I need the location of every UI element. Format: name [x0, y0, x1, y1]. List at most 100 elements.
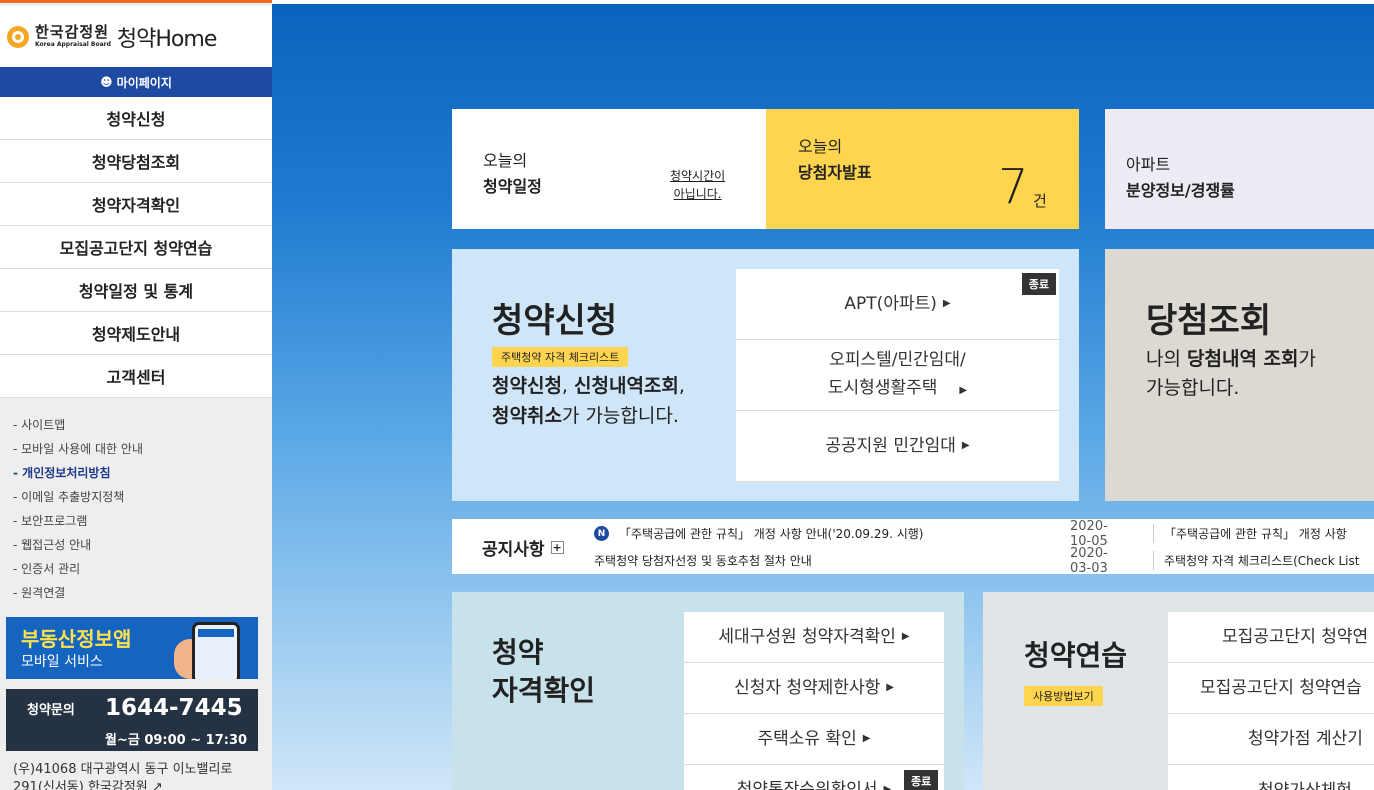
notice-row[interactable]: 주택청약 당첨자선정 및 동호추첨 절차 안내 2020-03-03 주택청약 …	[594, 546, 1359, 576]
today-schedule-small: 오늘의	[483, 151, 528, 170]
phone-icon	[192, 622, 240, 679]
practice-card: 청약연습 사용방법보기 모집공고단지 청약연 모집공고단지 청약연습 청약가점 …	[983, 592, 1374, 790]
apply-option-apt[interactable]: APT(아파트) ▶	[736, 269, 1059, 340]
notice-divider	[1153, 551, 1154, 570]
link-email-policy[interactable]: - 이메일 추출방지정책	[13, 485, 143, 509]
apply-option-apt-label: APT(아파트)	[844, 294, 937, 314]
call-label: 청약문의	[27, 703, 75, 718]
footer-links: - 사이트맵 - 모바일 사용에 대한 안내 - 개인정보처리방침 - 이메일 …	[13, 413, 143, 605]
real-estate-app-banner[interactable]: 부동산정보앱 모바일 서비스	[6, 617, 258, 679]
arrow-right-icon: ▶	[883, 784, 892, 790]
menu-item-practice[interactable]: 모집공고단지 청약연습	[0, 226, 272, 269]
menu-item-apply[interactable]: 청약신청	[0, 97, 272, 140]
address: (우)41068 대구광역시 동구 이노밸리로 291(신서동) 한국감정원 ↗	[13, 761, 232, 790]
notice-title-label: 공지사항	[482, 540, 545, 560]
logo-english: Korea Appraisal Board	[35, 41, 111, 48]
apply-description: 청약신청, 신청내역조회, 청약취소가 가능합니다.	[492, 371, 752, 431]
practice-options: 모집공고단지 청약연 모집공고단지 청약연습 청약가점 계산기 청약가상체험	[1168, 612, 1374, 790]
winner-count: 7	[998, 159, 1029, 215]
apt-info-card[interactable]: 아파트 분양정보/경쟁률	[1105, 109, 1374, 229]
arrow-right-icon: ▶	[886, 682, 894, 693]
officetel-line1: 오피스텔/민간임대/	[829, 349, 966, 370]
link-remote[interactable]: - 원격연결	[13, 581, 143, 605]
link-accessibility[interactable]: - 웹접근성 안내	[13, 533, 143, 557]
call-hours: 월~금 09:00 ~ 17:30	[105, 733, 248, 748]
call-center-banner: 청약문의 1644-7445 월~금 09:00 ~ 17:30	[6, 689, 258, 751]
qualify-title-line1: 청약	[492, 636, 544, 669]
qualify-title: 청약 자격확인	[492, 634, 595, 710]
link-certificate[interactable]: - 인증서 관리	[13, 557, 143, 581]
notice-item-date: 2020-03-03	[1070, 545, 1108, 576]
logo-brand: 청약Home	[116, 26, 217, 52]
address-line-2[interactable]: 291(신서동) 한국감정원 ↗	[13, 779, 232, 790]
apply-option-officetel-label: 오피스텔/민간임대/도시형생활주택 ▶	[828, 346, 967, 405]
desc-bold-cancel: 청약취소	[492, 405, 562, 427]
person-icon: ☻	[100, 75, 113, 89]
link-mobile-guide[interactable]: - 모바일 사용에 대한 안내	[13, 437, 143, 461]
link-privacy-policy[interactable]: - 개인정보처리방침	[13, 461, 143, 485]
menu-item-qualify[interactable]: 청약자격확인	[0, 183, 272, 226]
new-badge-icon: N	[594, 526, 609, 541]
menu-item-system-guide[interactable]: 청약제도안내	[0, 312, 272, 355]
arrow-right-icon: ▶	[862, 733, 871, 744]
desc-tail: 가 가능합니다.	[561, 405, 679, 427]
today-schedule-title: 청약일정	[483, 177, 542, 196]
notice-row[interactable]: N 「주택공급에 관한 규칙」 개정 사항 안내('20.09.29. 시행) …	[594, 519, 1347, 549]
today-schedule-card[interactable]: 오늘의 청약일정 청약시간이 아닙니다.	[452, 109, 766, 229]
plus-icon[interactable]: +	[550, 541, 564, 554]
qualify-option-restrictions[interactable]: 신청자 청약제한사항 ▶	[684, 663, 944, 714]
wc-desc-1: 나의	[1146, 348, 1187, 370]
qualify-option-house-ownership[interactable]: 주택소유 확인 ▶	[684, 714, 944, 765]
site-logo[interactable]: 한국감정원 Korea Appraisal Board 청약Home	[0, 6, 272, 67]
kab-logo-icon	[7, 25, 29, 48]
practice-option-virtual-experience[interactable]: 청약가상체험	[1168, 765, 1374, 790]
winner-count-unit: 건	[1033, 192, 1047, 210]
notice-item-date: 2020-10-05	[1070, 518, 1108, 549]
notice-board: 공지사항 + N 「주택공급에 관한 규칙」 개정 사항 안내('20.09.2…	[452, 519, 1374, 576]
menu-item-schedule[interactable]: 청약일정 및 통계	[0, 269, 272, 312]
usage-guide-badge[interactable]: 사용방법보기	[1024, 686, 1103, 706]
desc-bold-apply: 청약신청	[492, 375, 562, 397]
qualify-title-line2: 자격확인	[492, 674, 596, 707]
qualify-option-label: 청약통장순위확인서	[736, 780, 878, 790]
schedule-status-line1: 청약시간이	[670, 169, 726, 183]
app-banner-title: 부동산정보앱	[21, 627, 132, 651]
qualify-options: 세대구성원 청약자격확인 ▶ 신청자 청약제한사항 ▶ 주택소유 확인 ▶ 청약통장순…	[684, 612, 944, 790]
arrow-right-icon: ▶	[901, 631, 910, 642]
qualify-closed-badge: 종료	[904, 770, 939, 790]
desc-bold-history: 신청내역조회	[574, 375, 679, 397]
schedule-status-line2: 아닙니다.	[673, 187, 722, 201]
practice-option-score-calculator[interactable]: 청약가점 계산기	[1168, 714, 1374, 765]
link-security-program[interactable]: - 보안프로그램	[13, 509, 143, 533]
today-winner-card[interactable]: 오늘의 당첨자발표 7 건	[766, 109, 1079, 229]
apply-title: 청약신청	[492, 301, 618, 341]
mypage-label: 마이페이지	[116, 75, 172, 90]
menu-item-customer-center[interactable]: 고객센터	[0, 355, 272, 398]
address-line-1: (우)41068 대구광역시 동구 이노밸리로	[13, 762, 233, 777]
main-content: 오늘의 청약일정 청약시간이 아닙니다. 오늘의 당첨자발표 7 건 아파트 분…	[272, 4, 1374, 790]
link-sitemap[interactable]: - 사이트맵	[13, 413, 143, 437]
schedule-status-link[interactable]: 청약시간이 아닙니다.	[670, 167, 725, 203]
mypage-button[interactable]: ☻ 마이페이지	[0, 67, 272, 97]
notice-title[interactable]: 공지사항 +	[482, 535, 564, 560]
qualify-option-label: 주택소유 확인	[757, 729, 857, 749]
app-banner-subtitle: 모바일 서비스	[21, 654, 103, 670]
practice-option-complex[interactable]: 모집공고단지 청약연	[1168, 612, 1374, 663]
practice-title: 청약연습	[1024, 639, 1128, 672]
menu-item-winner-check[interactable]: 청약당첨조회	[0, 140, 272, 183]
apply-option-officetel[interactable]: 오피스텔/민간임대/도시형생활주택 ▶	[736, 340, 1059, 411]
checklist-badge[interactable]: 주택청약 자격 체크리스트	[492, 347, 629, 367]
apply-option-public-rental[interactable]: 공공지원 민간임대 ▶	[736, 411, 1059, 482]
logo-korean: 한국감정원	[35, 23, 110, 41]
notice-item-title: 주택청약 당첨자선정 및 동호추첨 절차 안내	[594, 554, 812, 568]
qualify-card: 청약 자격확인 세대구성원 청약자격확인 ▶ 신청자 청약제한사항 ▶ 주택소유 확…	[452, 592, 964, 790]
notice-item-right[interactable]: 주택청약 자격 체크리스트(Check List	[1164, 552, 1359, 569]
notice-item-right[interactable]: 「주택공급에 관한 규칙」 개정 사항	[1164, 525, 1347, 542]
practice-option-complex-practice[interactable]: 모집공고단지 청약연습	[1168, 663, 1374, 714]
today-winner-title: 당첨자발표	[798, 163, 872, 182]
winner-check-card[interactable]: 당첨조회 나의 당첨내역 조회가 가능합니다.	[1105, 249, 1374, 501]
qualify-option-household[interactable]: 세대구성원 청약자격확인 ▶	[684, 612, 944, 663]
main-menu: 청약신청 청약당첨조회 청약자격확인 모집공고단지 청약연습 청약일정 및 통계…	[0, 97, 272, 398]
qualify-option-label: 세대구성원 청약자격확인	[718, 627, 896, 647]
wc-desc-bold: 당첨내역 조회	[1187, 348, 1299, 370]
